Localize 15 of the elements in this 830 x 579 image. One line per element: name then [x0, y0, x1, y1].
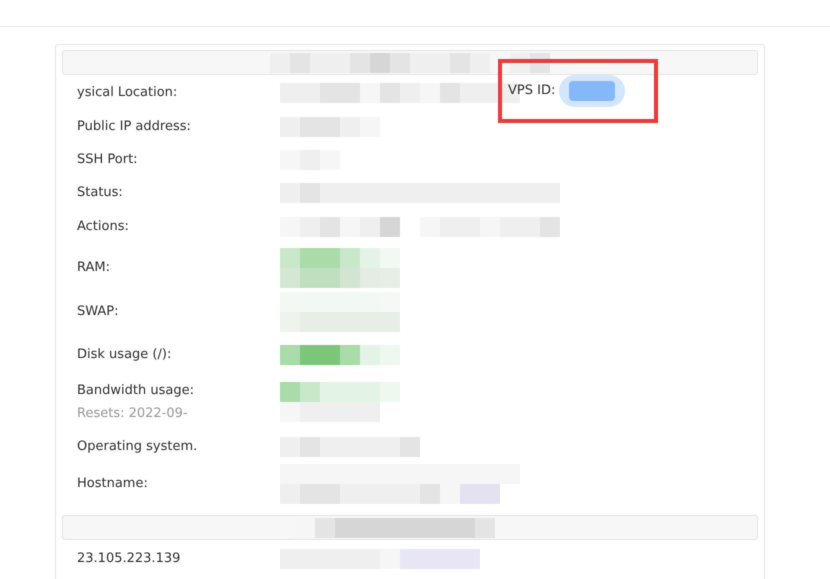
field-label: Public IP address:: [77, 118, 192, 136]
reset-date-note: Resets: 2022-09-: [77, 405, 189, 423]
field-label: Actions:: [77, 218, 130, 236]
field-label: Bandwidth usage:: [77, 382, 195, 400]
field-label: Operating system.: [77, 438, 198, 456]
field-label: Status:: [77, 184, 124, 202]
field-label: SWAP:: [77, 303, 120, 322]
field-label: ysical Location:: [77, 84, 178, 102]
field-label: Disk usage (/):: [77, 346, 172, 364]
ip-address: 23.105.223.139: [76, 550, 182, 568]
vps-id-label: VPS ID:: [508, 82, 556, 100]
field-label: RAM:: [77, 259, 111, 278]
field-label: SSH Port:: [77, 150, 139, 169]
field-label: Hostname:: [77, 475, 149, 494]
redacted-area: [559, 75, 626, 107]
